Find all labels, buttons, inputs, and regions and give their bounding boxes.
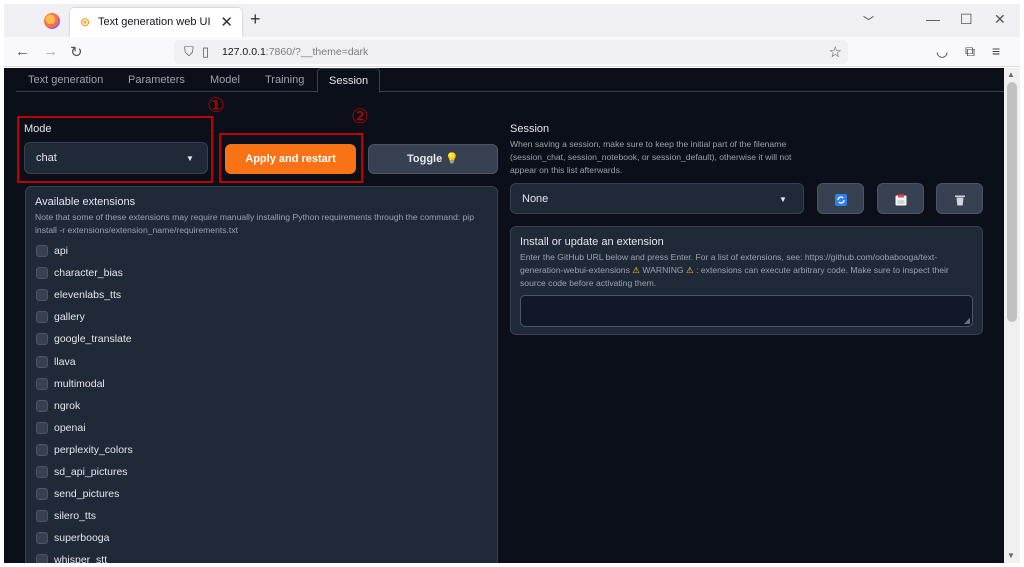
tab-text-generation[interactable]: Text generation <box>28 74 103 86</box>
warning-icon: ⚠ <box>632 265 640 275</box>
mode-value: chat <box>36 152 57 164</box>
github-url-input[interactable]: ◢ <box>520 295 973 327</box>
url-host: 127.0.0.1 <box>222 46 266 58</box>
extension-checkbox[interactable] <box>36 554 48 563</box>
back-icon[interactable]: ← <box>15 43 30 60</box>
extension-checkbox[interactable] <box>36 289 48 302</box>
extension-label: openai <box>54 421 86 434</box>
warning-icon: ⚠ <box>685 265 694 275</box>
extension-checkbox[interactable] <box>36 532 48 545</box>
firefox-logo-icon[interactable] <box>44 13 60 29</box>
extension-label: whisper_stt <box>54 554 108 563</box>
main-tabs: Text generation Parameters Model Trainin… <box>16 68 1004 93</box>
extensions-icon[interactable]: ⧉ <box>965 43 975 60</box>
browser-nav-bar: ← → ↻ ⛉ ▯ 127.0.0.1:7860/?__theme=dark ☆… <box>4 37 1020 67</box>
scrollbar-thumb[interactable] <box>1007 82 1017 322</box>
extension-label: gallery <box>54 311 85 324</box>
page-icon[interactable]: ▯ <box>202 44 209 60</box>
extension-checkbox[interactable] <box>36 333 48 346</box>
minimize-icon[interactable]: — <box>926 11 940 27</box>
tab-model[interactable]: Model <box>210 74 240 86</box>
step-2-marker: ② <box>351 104 369 128</box>
pocket-icon[interactable]: ◡ <box>936 43 948 60</box>
step-1-marker: ① <box>207 93 225 117</box>
tab-parameters[interactable]: Parameters <box>128 74 185 86</box>
toggle-button[interactable]: Toggle 💡 <box>368 144 498 174</box>
extension-label: superbooga <box>54 532 110 545</box>
refresh-icon <box>835 193 847 206</box>
extension-checkbox[interactable] <box>36 311 48 324</box>
scroll-down-icon[interactable]: ▼ <box>1007 551 1015 560</box>
extension-label: send_pictures <box>54 488 120 501</box>
extension-label: character_bias <box>54 267 123 280</box>
chevron-down-icon: ▼ <box>779 195 787 204</box>
reload-icon[interactable]: ↻ <box>70 43 83 61</box>
refresh-button[interactable] <box>817 183 864 214</box>
url-text[interactable]: 127.0.0.1:7860/?__theme=dark <box>222 46 368 58</box>
url-bar[interactable]: ⛉ ▯ 127.0.0.1:7860/?__theme=dark ☆ <box>174 40 848 64</box>
extension-checkbox[interactable] <box>36 510 48 523</box>
extension-checkbox[interactable] <box>36 443 48 456</box>
install-title: Install or update an extension <box>520 236 664 248</box>
extension-label: multimodal <box>54 377 105 390</box>
install-note: Enter the GitHub URL below and press Ent… <box>520 251 976 290</box>
bookmark-star-icon[interactable]: ☆ <box>829 43 842 61</box>
browser-tab-bar: ⊛ Text generation web UI ✕ + ﹀ — ☐ ✕ <box>4 4 1020 37</box>
extension-label: perplexity_colors <box>54 443 133 456</box>
extension-checkbox[interactable] <box>36 267 48 280</box>
lightbulb-icon: 💡 <box>445 153 459 165</box>
save-button[interactable] <box>877 183 924 214</box>
extensions-panel: Available extensions Note that some of t… <box>25 186 498 563</box>
warning-label: WARNING <box>642 265 684 275</box>
extension-label: silero_tts <box>54 510 97 523</box>
tab-training[interactable]: Training <box>265 74 304 86</box>
extensions-title: Available extensions <box>35 196 136 208</box>
resize-handle-icon[interactable]: ◢ <box>964 316 970 325</box>
extension-checkbox[interactable] <box>36 245 48 257</box>
delete-button[interactable] <box>936 183 983 214</box>
mode-dropdown[interactable]: chat ▼ <box>24 142 208 174</box>
extensions-note: Note that some of these extensions may r… <box>35 212 474 235</box>
session-note: When saving a session, make sure to keep… <box>510 139 792 175</box>
menu-icon[interactable]: ≡ <box>992 43 1000 59</box>
extension-checkbox[interactable] <box>36 466 48 478</box>
scroll-up-icon[interactable]: ▲ <box>1007 70 1015 79</box>
apply-and-restart-button[interactable]: Apply and restart <box>225 144 356 174</box>
tab-session[interactable]: Session <box>317 68 381 93</box>
extension-label: sd_api_pictures <box>54 466 128 478</box>
extension-label: elevenlabs_tts <box>54 289 122 302</box>
extension-label: ngrok <box>54 399 81 412</box>
shield-icon[interactable]: ⛉ <box>184 44 194 60</box>
toggle-label: Toggle <box>407 153 443 165</box>
tab-close-icon[interactable]: ✕ <box>220 13 233 31</box>
session-dropdown[interactable]: None ▼ <box>510 183 804 214</box>
extension-checkbox[interactable] <box>36 377 48 390</box>
session-value: None <box>522 193 549 205</box>
extension-checkbox[interactable] <box>36 488 48 501</box>
session-label: Session <box>510 123 550 135</box>
window-close-icon[interactable]: ✕ <box>994 11 1006 28</box>
list-tabs-icon[interactable]: ﹀ <box>863 13 874 29</box>
extension-checkbox[interactable] <box>36 399 48 412</box>
save-icon <box>895 193 907 206</box>
extension-checkbox[interactable] <box>36 421 48 434</box>
tab-title: Text generation web UI <box>98 16 211 28</box>
extension-label: google_translate <box>54 333 132 346</box>
url-path: :7860/?__theme=dark <box>265 46 369 58</box>
extension-label: api <box>54 245 69 257</box>
forward-icon[interactable]: → <box>43 43 58 60</box>
mode-label: Mode <box>24 123 52 135</box>
delete-icon <box>954 193 966 206</box>
browser-tab[interactable]: ⊛ Text generation web UI ✕ <box>70 8 242 37</box>
extension-checkbox[interactable] <box>36 355 48 368</box>
chevron-down-icon: ▼ <box>186 154 194 163</box>
maximize-icon[interactable]: ☐ <box>960 11 973 28</box>
install-extension-panel: Install or update an extension Enter the… <box>510 226 983 335</box>
webui-page: Text generation Parameters Model Trainin… <box>4 68 1004 563</box>
tab-favicon-icon: ⊛ <box>80 15 91 29</box>
page-scrollbar[interactable]: ▲ ▼ <box>1004 68 1020 563</box>
extension-label: llava <box>54 355 76 368</box>
new-tab-button[interactable]: + <box>250 9 261 30</box>
